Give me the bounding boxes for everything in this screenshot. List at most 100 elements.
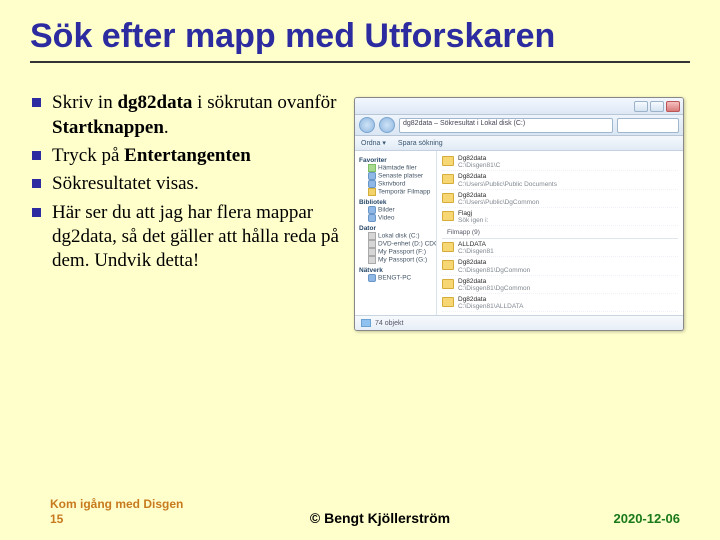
sidebar-item[interactable]: Video <box>359 214 432 222</box>
sidebar-group-computer[interactable]: Dator <box>359 225 432 232</box>
result-name: Flagj <box>458 210 488 217</box>
drive-icon <box>368 256 376 264</box>
result-row[interactable]: Dg82dataC:\Disgen81\DgCommon <box>442 277 678 294</box>
sidebar: Favoriter Hämtade filer Senaste platser … <box>355 151 437 315</box>
back-button[interactable] <box>359 117 375 133</box>
results-pane: Dg82dataC:\Disgen81\C Dg82dataC:\Users\P… <box>437 151 683 315</box>
label: BENGT-PC <box>378 275 411 282</box>
status-text: 74 objekt <box>375 320 403 327</box>
sidebar-group-network[interactable]: Nätverk <box>359 267 432 274</box>
label: Video <box>378 215 395 222</box>
folder-icon <box>442 279 454 289</box>
toolbar-organize[interactable]: Ordna ▾ <box>361 139 386 147</box>
footer: Kom igång med Disgen 15 © Bengt Kjöllers… <box>0 497 720 526</box>
content-row: Skriv in dg82data i sökrutan ovanför Sta… <box>30 91 690 325</box>
folder-icon <box>442 156 454 166</box>
sidebar-item[interactable]: Temporär Filmapp <box>359 188 432 196</box>
sidebar-item[interactable]: Senaste platser <box>359 172 432 180</box>
label: My Passport (G:) <box>378 257 427 264</box>
sidebar-item[interactable]: My Passport (G:) <box>359 256 432 264</box>
footer-page: 15 <box>50 512 63 526</box>
result-row[interactable]: Dg82dataC:\Disgen81\ALLDATA <box>442 295 678 312</box>
footer-date: 2020-12-06 <box>560 511 720 526</box>
pictures-icon <box>368 206 376 214</box>
sidebar-item[interactable]: My Passport (F:) <box>359 248 432 256</box>
result-text: Dg82dataC:\Disgen81\DgCommon <box>458 259 530 273</box>
file-group-header: Filmapp (9) <box>442 227 678 239</box>
folder-icon <box>442 211 454 221</box>
result-path: C:\Disgen81\DgCommon <box>458 267 530 274</box>
result-path: C:\Users\Public\Public Documents <box>458 181 557 188</box>
bold-text: Startknappen <box>52 117 164 138</box>
result-row[interactable]: Dg82dataC:\Users\Public\DgCommon <box>442 191 678 208</box>
bullet-item: Tryck på Entertangenten <box>30 144 340 168</box>
items-icon <box>361 319 371 327</box>
result-row[interactable]: Dg82dataC:\Disgen81\C <box>442 154 678 171</box>
bullet-list: Skriv in dg82data i sökrutan ovanför Sta… <box>30 91 340 325</box>
text: . <box>164 117 169 138</box>
result-text: Dg82dataC:\Users\Public\DgCommon <box>458 192 539 206</box>
result-name: Dg82data <box>458 296 524 303</box>
bold-text: dg82data <box>117 92 192 113</box>
folder-icon <box>442 174 454 184</box>
desktop-icon <box>368 180 376 188</box>
minimize-button[interactable] <box>634 101 648 112</box>
result-name: Dg82data <box>458 173 557 180</box>
nav-bar: dg82data – Sökresultat i Lokal disk (C:) <box>355 115 683 136</box>
result-path: C:\Disgen81\DgCommon <box>458 285 530 292</box>
result-name: ALLDATA <box>458 241 494 248</box>
result-name: Dg82data <box>458 278 530 285</box>
maximize-button[interactable] <box>650 101 664 112</box>
drive-icon <box>368 248 376 256</box>
result-name: Dg82data <box>458 155 500 162</box>
sidebar-item[interactable]: Skrivbord <box>359 180 432 188</box>
result-row[interactable]: FlagjSök igen i: <box>442 209 678 226</box>
computer-icon <box>368 274 376 282</box>
label: Skrivbord <box>378 181 405 188</box>
text: Sökresultatet visas. <box>52 173 199 194</box>
sidebar-item[interactable]: Bilder <box>359 206 432 214</box>
result-row[interactable]: Dg82dataC:\Users\Public\Public Documents <box>442 172 678 189</box>
status-bar: 74 objekt <box>355 315 683 330</box>
window-titlebar <box>355 98 683 115</box>
footer-series: Kom igång med Disgen <box>50 497 183 511</box>
text: i sökrutan ovanför <box>192 92 336 113</box>
result-path: C:\Users\Public\DgCommon <box>458 199 539 206</box>
result-text: Dg82dataC:\Disgen81\C <box>458 155 500 169</box>
result-row[interactable]: ALLDATAC:\Disgen81 <box>442 240 678 257</box>
sidebar-item[interactable]: Lokal disk (C:) <box>359 232 432 240</box>
result-text: FlagjSök igen i: <box>458 210 488 224</box>
folder-icon <box>368 188 376 196</box>
sidebar-item[interactable]: DVD-enhet (D:) CDG_IK_2012 <box>359 240 432 248</box>
bold-text: Entertangenten <box>124 145 251 166</box>
search-input[interactable] <box>617 118 679 133</box>
sidebar-item[interactable]: Hämtade filer <box>359 164 432 172</box>
dvd-icon <box>368 240 376 248</box>
label: DVD-enhet (D:) CDG_IK_2012 <box>378 241 437 248</box>
forward-button[interactable] <box>379 117 395 133</box>
recent-icon <box>368 172 376 180</box>
close-button[interactable] <box>666 101 680 112</box>
toolbar-save-search[interactable]: Spara sökning <box>398 140 443 147</box>
result-row[interactable]: Dg82dataC:\Disgen81\DgCommon <box>442 258 678 275</box>
folder-icon <box>442 193 454 203</box>
video-icon <box>368 214 376 222</box>
result-text: Dg82dataC:\Disgen81\ALLDATA <box>458 296 524 310</box>
result-path: C:\Disgen81\C <box>458 162 500 169</box>
drive-icon <box>368 232 376 240</box>
address-bar[interactable]: dg82data – Sökresultat i Lokal disk (C:) <box>399 118 613 133</box>
result-name: Dg82data <box>458 259 530 266</box>
label: Senaste platser <box>378 173 423 180</box>
result-text: Dg82dataC:\Users\Public\Public Documents <box>458 173 557 187</box>
sidebar-item[interactable]: BENGT-PC <box>359 274 432 282</box>
text: Skriv in <box>52 92 117 113</box>
slide: Sök efter mapp med Utforskaren Skriv in … <box>0 0 720 540</box>
folder-icon <box>442 260 454 270</box>
sidebar-group-favorites[interactable]: Favoriter <box>359 157 432 164</box>
result-path: C:\Disgen81\ALLDATA <box>458 303 524 310</box>
bullet-item: Skriv in dg82data i sökrutan ovanför Sta… <box>30 91 340 140</box>
footer-left: Kom igång med Disgen 15 <box>0 497 200 526</box>
folder-icon <box>442 297 454 307</box>
sidebar-group-libraries[interactable]: Bibliotek <box>359 199 432 206</box>
download-icon <box>368 164 376 172</box>
